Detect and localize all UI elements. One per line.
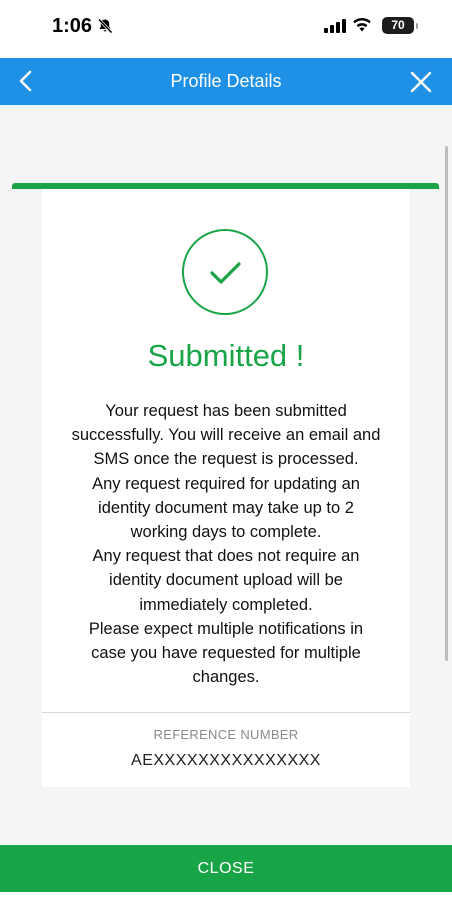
page-title: Profile Details [170, 71, 282, 91]
message-line: Any request that does not require an [92, 547, 360, 566]
submitted-title: Submitted ! [147, 338, 305, 373]
message-line: Your request has been submitted [105, 402, 347, 420]
message-line: SMS once the request is processed. [93, 450, 359, 469]
message-line: Please expect multiple notifications in [88, 619, 364, 638]
message-line: changes. [192, 668, 260, 687]
success-badge [182, 229, 268, 315]
close-icon[interactable] [404, 65, 438, 99]
check-icon [205, 255, 245, 296]
app-header: Profile Details [0, 58, 452, 105]
scrollbar[interactable] [445, 146, 448, 661]
battery-icon: 70 [382, 17, 418, 34]
status-time: 1:06 [52, 15, 93, 37]
message-line: Any request required for updating an [92, 474, 360, 493]
reference-label: REFERENCE NUMBER [153, 727, 299, 742]
message-line: immediately completed. [139, 595, 313, 614]
home-indicator-area [0, 892, 452, 900]
reference-number: AEXXXXXXXXXXXXXXX [131, 752, 321, 769]
close-button[interactable]: CLOSE [0, 845, 452, 892]
status-bar: 1:06 70 [0, 0, 452, 58]
bell-slash-icon [97, 18, 113, 34]
message-line: identity document upload will be [109, 571, 343, 590]
wifi-icon [352, 16, 372, 37]
divider [42, 712, 410, 713]
message-line: identity document may take up to 2 [98, 498, 354, 517]
result-message: Your request has been submitted successf… [50, 399, 402, 689]
signal-icon [324, 19, 346, 38]
message-line: working days to complete. [130, 523, 322, 542]
message-line: case you have requested for multiple [91, 644, 361, 663]
message-line: successfully. You will receive an email … [71, 426, 381, 445]
